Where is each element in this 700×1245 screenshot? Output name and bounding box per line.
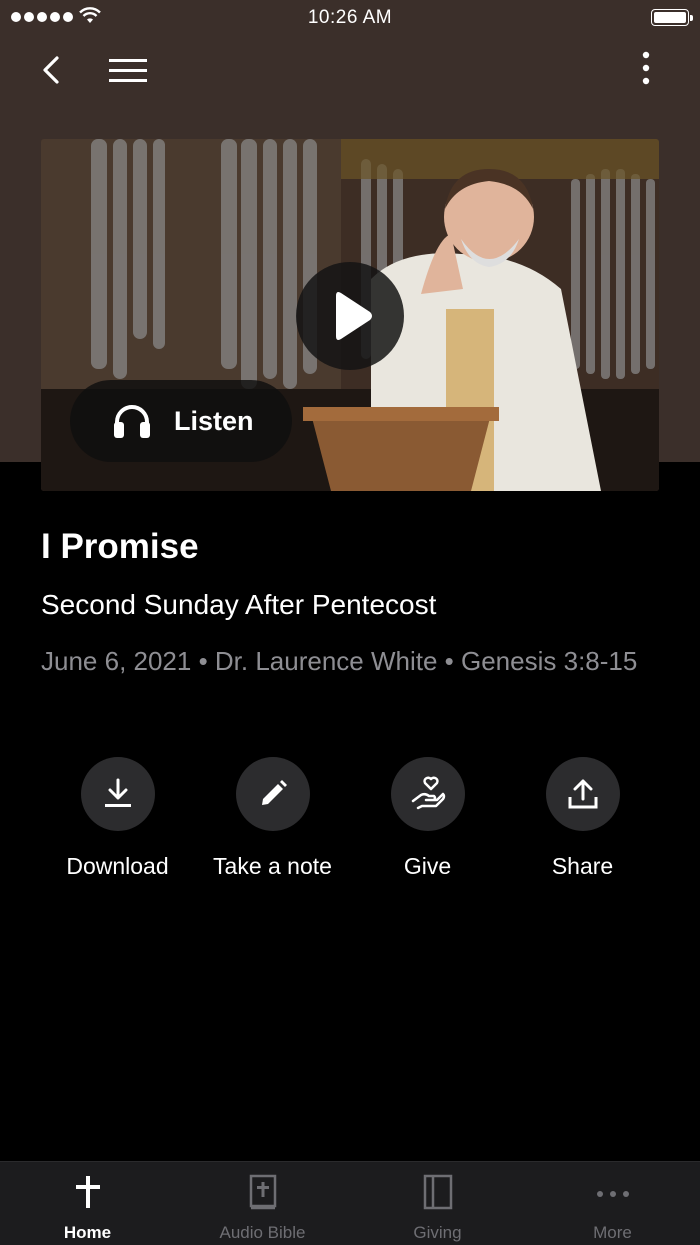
tab-giving-label: Giving	[413, 1223, 462, 1242]
download-icon	[104, 778, 131, 807]
tab-home-label: Home	[63, 1223, 112, 1242]
back-icon[interactable]	[36, 50, 68, 90]
download-label: Download	[66, 853, 169, 879]
cross-icon	[75, 1176, 100, 1208]
share-icon	[568, 779, 597, 809]
download-button[interactable]: Download	[40, 757, 195, 880]
sermon-title: I Promise	[41, 527, 199, 566]
share-label: Share	[551, 853, 614, 879]
tab-audio-bible-label: Audio Bible	[219, 1223, 306, 1242]
headphones-icon	[114, 405, 150, 438]
share-button[interactable]: Share	[505, 757, 660, 880]
listen-button[interactable]: Listen	[70, 380, 292, 462]
give-label: Give	[403, 853, 452, 879]
tab-more-label: More	[593, 1223, 632, 1242]
book-icon	[423, 1174, 452, 1210]
take-note-button[interactable]: Take a note	[195, 757, 350, 880]
sermon-subtitle: Second Sunday After Pentecost	[41, 589, 437, 620]
tab-audio-bible[interactable]: Audio Bible	[175, 1162, 350, 1245]
action-row: Download Take a note Give Share	[40, 757, 660, 887]
ellipsis-icon	[596, 1191, 629, 1197]
tab-home[interactable]: Home	[0, 1162, 175, 1245]
tab-giving[interactable]: Giving	[350, 1162, 525, 1245]
sermon-meta: June 6, 2021 • Dr. Laurence White • Gene…	[41, 646, 638, 676]
give-button[interactable]: Give	[350, 757, 505, 880]
more-options-icon[interactable]	[630, 50, 662, 90]
battery-icon	[651, 9, 693, 26]
hamburger-menu-icon[interactable]	[107, 54, 149, 86]
listen-label: Listen	[174, 405, 254, 436]
tab-bar: Home Audio Bible Giving More	[0, 1161, 700, 1245]
status-bar: 10:26 AM	[0, 0, 700, 36]
bible-icon	[249, 1174, 276, 1210]
play-icon	[336, 292, 372, 340]
nav-bar	[0, 40, 700, 100]
play-button[interactable]	[296, 262, 404, 370]
pencil-icon	[261, 780, 287, 805]
take-note-label: Take a note	[213, 853, 332, 879]
status-time: 10:26 AM	[307, 7, 393, 28]
heart-hand-icon	[411, 776, 445, 810]
tab-more[interactable]: More	[525, 1162, 700, 1245]
